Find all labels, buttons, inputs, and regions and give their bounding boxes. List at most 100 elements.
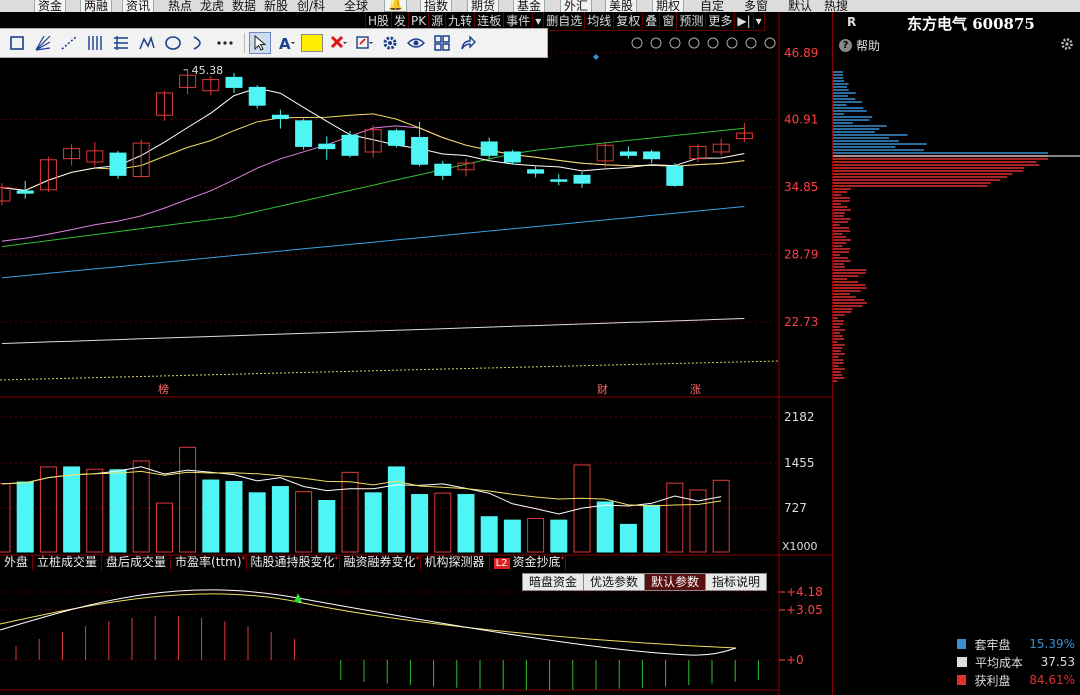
pen-icon[interactable] (650, 37, 662, 49)
top-menu-item[interactable]: 热搜 (824, 0, 848, 12)
period-toolbar-item[interactable]: 叠 (642, 12, 661, 31)
candle-body (573, 174, 591, 184)
chart-canvas[interactable]: 46.89 40.91 34.85 28.79 22.73 45.38 榜 财 涨 2182 145… (0, 12, 832, 695)
top-menu-item[interactable]: 龙虎 (200, 0, 224, 12)
help-label: 帮助 (856, 38, 881, 53)
indicator-tab-label: 机构探测器 (424, 555, 485, 569)
channel-tool-icon[interactable] (110, 32, 132, 54)
top-menu-item[interactable]: 资讯 (122, 0, 155, 12)
legend-value: 37.53 (1040, 655, 1075, 669)
more-tool-icon[interactable] (214, 32, 236, 54)
indicator-tab[interactable]: 市盈率(ttm) * (171, 555, 247, 571)
indicator-line-slow (0, 593, 737, 649)
top-menu-item[interactable]: 创/科 (297, 0, 325, 12)
candle-body (387, 130, 405, 146)
help-button[interactable]: ? 帮助 (839, 36, 880, 54)
volume-bar (387, 466, 405, 553)
chip-distribution-panel: R 东方电气 600875 ? 帮助 套牢盘 15.39% 平均成本 37.53 获利盘… (832, 12, 1080, 695)
indicator-param-tab[interactable]: 默认参数 (644, 573, 707, 591)
period-toolbar-item[interactable]: ▶| (734, 12, 754, 31)
settings-tool-icon[interactable] (379, 32, 401, 54)
zoom-in-icon[interactable] (745, 37, 757, 49)
volume-bar (596, 501, 614, 553)
star-icon: * (560, 555, 565, 564)
period-toolbar-item[interactable]: 删自选 (543, 12, 586, 31)
legend-label: 套牢盘 (974, 637, 1011, 652)
top-menu-item[interactable]: 热点 (168, 0, 192, 12)
period-toolbar-item[interactable]: 窗 (659, 12, 678, 31)
fan-tool-icon[interactable] (32, 32, 54, 54)
top-menu-item[interactable]: 多窗 (744, 0, 768, 12)
text-tool-icon[interactable]: A (275, 32, 297, 54)
volume-bar (295, 491, 313, 553)
indicator-param-tab[interactable]: 指标说明 (705, 573, 768, 591)
rect-tool-icon[interactable] (6, 32, 28, 54)
period-toolbar-item[interactable]: 复权 (613, 12, 644, 31)
volume-bar (248, 492, 266, 553)
event-marker: 财 (597, 382, 608, 396)
stock-name: 东方电气 600875 (907, 15, 1035, 33)
drawing-toolbar: A (0, 28, 548, 58)
arc-tool-icon[interactable] (188, 32, 210, 54)
indicator-tab[interactable]: 盘后成交量 (102, 555, 172, 571)
bell-icon[interactable]: 🔔 (384, 0, 407, 12)
indicator-tab-label: 融资融券变化 (343, 555, 416, 569)
indicator-tab[interactable]: 外盘 (0, 555, 34, 571)
volume-bar (155, 502, 173, 553)
period-toolbar-item[interactable]: ▾ (752, 12, 765, 31)
volume-bar (318, 500, 336, 553)
wave-tool-icon[interactable] (136, 32, 158, 54)
indicator-tab[interactable]: 立桩成交量 (33, 555, 103, 571)
svg-text:A: A (279, 35, 291, 52)
indicator-tab[interactable]: 机构探测器 (421, 555, 490, 571)
chip-legend-row: 平均成本 37.53 (957, 653, 1080, 671)
top-menu-item[interactable]: 两融 (80, 0, 113, 12)
delete-tool-icon[interactable] (327, 32, 349, 54)
indicator-axis-label: +4.18 (786, 585, 823, 599)
indicator-param-tab[interactable]: 优选参数 (583, 573, 646, 591)
ellipse-tool-icon[interactable] (162, 32, 184, 54)
top-menu-item[interactable]: 资金 (34, 0, 67, 12)
top-menu-item[interactable]: 全球 (344, 0, 368, 12)
indicator-tab[interactable]: 融资融券变化 * (340, 555, 421, 571)
layout-tool-icon[interactable] (431, 32, 453, 54)
top-menu-item[interactable]: 指数 (420, 0, 453, 12)
gear-icon[interactable] (1060, 37, 1074, 51)
volume-bar (132, 460, 150, 553)
top-menu-item[interactable]: 期货 (467, 0, 500, 12)
top-menu-item[interactable]: 自定 (700, 0, 724, 12)
share-tool-icon[interactable] (457, 32, 479, 54)
eye-icon[interactable] (669, 37, 681, 49)
candle-body (225, 76, 243, 88)
pointer-tool-icon[interactable] (249, 32, 271, 54)
chip-legend-row: 套牢盘 15.39% (957, 635, 1080, 653)
hand-icon[interactable] (707, 37, 719, 49)
save-template-icon[interactable] (353, 32, 375, 54)
top-menu-item[interactable]: 美股 (605, 0, 638, 12)
zoom-out-icon[interactable] (764, 37, 776, 49)
indicator-param-tab[interactable]: 暗盘资金 (522, 573, 585, 591)
event-marker: 涨 (690, 383, 701, 396)
top-menu-item[interactable]: 外汇 (560, 0, 593, 12)
candle-body (503, 151, 521, 163)
top-menu-item[interactable]: 新股 (264, 0, 288, 12)
top-menu-item[interactable]: 基金 (513, 0, 546, 12)
period-toolbar-item[interactable]: 更多 (705, 12, 736, 31)
price-axis-label: 22.73 (784, 315, 818, 329)
top-menu-item[interactable]: 数据 (232, 0, 256, 12)
indicator-tab-label: 盘后成交量 (106, 555, 167, 569)
eye-tool-icon[interactable] (405, 32, 427, 54)
kline-chart-area[interactable]: 46.89 40.91 34.85 28.79 22.73 45.38 榜 财 涨 2182 145… (0, 12, 832, 695)
settings-icon[interactable] (631, 37, 643, 49)
period-toolbar-item[interactable]: 均线 (584, 12, 615, 31)
top-menu-item[interactable]: 期权 (652, 0, 685, 12)
indicator-tab[interactable]: L2 资金抄底 * (490, 555, 566, 571)
indicator-tab[interactable]: 陆股通持股变化 * (247, 555, 340, 571)
lock-icon[interactable] (726, 37, 738, 49)
magnet-icon[interactable] (688, 37, 700, 49)
gann-tool-icon[interactable] (84, 32, 106, 54)
top-menu-item[interactable]: 默认 (788, 0, 812, 12)
period-toolbar-item[interactable]: 预测 (676, 12, 707, 31)
color-swatch[interactable] (301, 34, 323, 52)
line-tool-icon[interactable] (58, 32, 80, 54)
